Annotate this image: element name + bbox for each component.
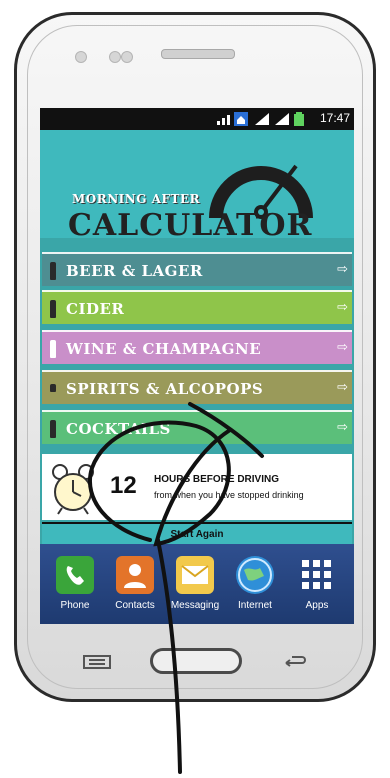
sensor-dot [121,51,133,63]
dock-item-contacts[interactable]: Contacts [106,556,164,611]
cider-bottle-icon [50,300,56,318]
menu-item-label: COCKTAILS [66,420,171,438]
app-title: CALCULATOR [68,208,313,243]
menu-item-beer[interactable]: BEER & LAGER ⇨ [42,252,352,286]
home-dock: Phone Contacts Messaging Internet Apps [40,544,354,624]
contacts-icon [116,556,154,594]
beer-glass-icon [50,262,56,280]
dock-label: Contacts [115,600,155,611]
cell-signal-icon [275,113,289,125]
battery-icon [294,112,304,126]
home-status-icon [234,112,248,126]
signal-icon [217,115,230,125]
sensor-dot [75,51,87,63]
menu-item-cider[interactable]: CIDER ⇨ [42,290,352,324]
home-button[interactable] [150,648,242,674]
app-banner: MORNING AFTER CALCULATOR [40,130,354,243]
dock-item-phone[interactable]: Phone [46,556,104,611]
dock-label: Apps [305,600,329,611]
dock-item-messaging[interactable]: Messaging [166,556,224,611]
hours-value: 12 [110,472,137,499]
clock-time: 17:47 [319,111,350,125]
apps-grid-icon [298,556,336,594]
cocktail-glass-icon [50,420,56,438]
menu-item-label: CIDER [66,300,125,318]
dock-label: Phone [60,600,90,611]
hours-caption: HOURS BEFORE DRIVING [154,474,280,485]
status-bar: 17:47 [40,108,354,130]
menu-item-label: WINE & CHAMPAGNE [66,340,262,358]
messaging-icon [176,556,214,594]
arrow-right-icon: ⇨ [337,300,348,315]
menu-item-label: SPIRITS & ALCOPOPS [66,380,264,398]
dock-label: Internet [238,600,272,611]
menu-item-label: BEER & LAGER [66,262,203,280]
dock-label: Messaging [170,600,220,611]
sensor-dot [109,51,121,63]
globe-icon [236,556,274,594]
menu-item-wine[interactable]: WINE & CHAMPAGNE ⇨ [42,330,352,364]
alarm-clock-icon [52,464,94,515]
menu-key-icon[interactable] [82,654,112,670]
screen: 17:47 MORNING AFTER CALCULATOR BEER & LA… [40,108,354,624]
earpiece-speaker [161,49,235,59]
arrow-right-icon: ⇨ [337,380,348,395]
app-subtitle: MORNING AFTER [72,192,201,206]
arrow-right-icon: ⇨ [337,262,348,277]
shot-glass-icon [50,384,56,392]
start-again-button[interactable]: Start Again [42,522,352,546]
back-key-icon[interactable] [282,654,308,670]
wifi-icon [255,113,269,125]
arrow-right-icon: ⇨ [337,340,348,355]
hours-subcaption: from when you have stopped drinking [154,490,304,500]
arrow-right-icon: ⇨ [337,420,348,435]
menu-item-spirits[interactable]: SPIRITS & ALCOPOPS ⇨ [42,370,352,404]
wine-glass-icon [50,340,56,358]
phone-icon [56,556,94,594]
dock-item-apps[interactable]: Apps [288,556,346,611]
result-panel: 12 HOURS BEFORE DRIVING from when you ha… [42,454,352,520]
menu-item-cocktails[interactable]: COCKTAILS ⇨ [42,410,352,444]
dock-item-internet[interactable]: Internet [226,556,284,611]
